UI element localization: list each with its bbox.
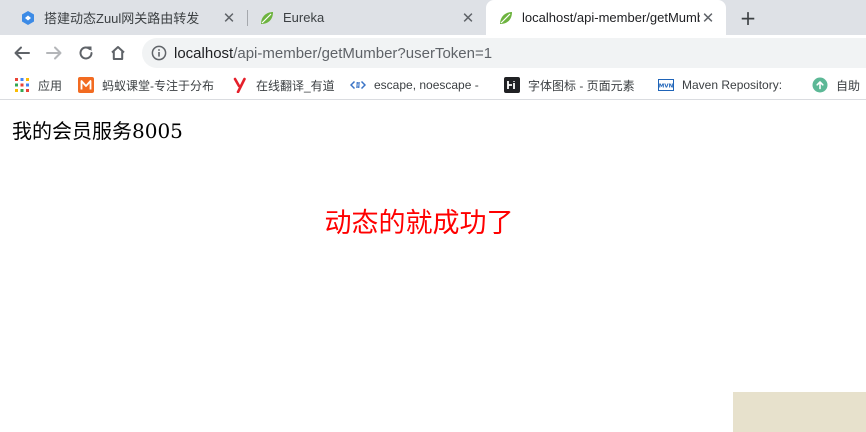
svg-text:MVN: MVN xyxy=(659,84,674,90)
info-icon[interactable] xyxy=(150,44,168,62)
reload-button[interactable] xyxy=(72,39,100,67)
bookmark-label: 蚂蚁课堂-专注于分布 xyxy=(102,78,214,93)
tab-active-localhost[interactable]: localhost/api-member/getMumber?userToken… xyxy=(486,0,726,35)
bookmark-escape[interactable]: escape, noescape - xyxy=(350,75,485,95)
reload-icon xyxy=(79,46,93,60)
url-text: localhost/api-member/getMumber?userToken… xyxy=(174,45,492,62)
new-tab-button[interactable]: + xyxy=(736,6,760,30)
tab-title: localhost/api-member/getMumber?userToken… xyxy=(522,10,700,25)
bookmark-font-icons[interactable]: 字体图标 - 页面元素 xyxy=(504,75,638,95)
code-tag-icon xyxy=(350,77,366,93)
url-host: localhost xyxy=(174,44,234,62)
tab-title: Eureka xyxy=(283,10,325,25)
bookmark-label: 字体图标 - 页面元素 xyxy=(528,78,635,93)
bookmark-label: 在线翻译_有道 xyxy=(256,78,335,93)
bookmark-label: Maven Repository: xyxy=(682,78,783,92)
bookmark-youdao[interactable]: 在线翻译_有道 xyxy=(232,75,335,95)
cloud-icon xyxy=(812,77,828,93)
bookmarks-bar: 应用 蚂蚁课堂-专注于分布 在线翻译_有道 escape, noescape - xyxy=(0,71,866,100)
blog-favicon-icon xyxy=(20,10,36,26)
spring-leaf-icon xyxy=(498,10,514,26)
tab-zuul-blog[interactable]: 搭建动态Zuul网关路由转发 ✕ xyxy=(8,0,247,35)
spring-leaf-icon xyxy=(259,10,275,26)
youdao-icon xyxy=(232,77,248,93)
success-message: 动态的就成功了 xyxy=(324,208,514,239)
tab-eureka[interactable]: Eureka ✕ xyxy=(247,0,486,35)
forward-button[interactable] xyxy=(40,39,68,67)
bookmark-label: 应用 xyxy=(38,78,63,93)
maven-icon: MVN xyxy=(658,77,674,93)
page-heading: 我的会员服务8005 xyxy=(12,119,183,143)
tab-title: 搭建动态Zuul网关路由转发 xyxy=(44,11,200,26)
m-orange-icon xyxy=(78,77,94,93)
apps-grid-icon xyxy=(14,77,30,93)
bookmark-apps[interactable]: 应用 xyxy=(14,75,62,95)
bookmark-self-service[interactable]: 自助 xyxy=(812,75,866,95)
tab-strip: 搭建动态Zuul网关路由转发 ✕ Eureka ✕ localhost/api-… xyxy=(0,0,866,35)
arrow-right-icon xyxy=(46,46,62,60)
browser-toolbar: localhost/api-member/getMumber?userToken… xyxy=(0,35,866,71)
home-button[interactable] xyxy=(104,39,132,67)
home-icon xyxy=(111,46,125,60)
back-button[interactable] xyxy=(8,39,36,67)
page-content: 我的会员服务8005 动态的就成功了 xyxy=(0,101,866,432)
tab-close-icon[interactable]: ✕ xyxy=(221,10,237,26)
url-path: /api-member/getMumber?userToken=1 xyxy=(233,44,493,62)
bookmark-label: escape, noescape - xyxy=(374,78,479,92)
arrow-left-icon xyxy=(14,46,30,60)
tab-close-icon[interactable]: ✕ xyxy=(460,10,476,26)
tab-close-icon[interactable]: ✕ xyxy=(700,10,716,26)
font-icon xyxy=(504,77,520,93)
address-bar[interactable]: localhost/api-member/getMumber?userToken… xyxy=(142,38,866,68)
bookmark-maven[interactable]: MVN Maven Repository: xyxy=(658,75,794,95)
corner-overlay xyxy=(733,392,866,432)
bookmark-label: 自助 xyxy=(836,78,861,93)
bookmark-mayikt[interactable]: 蚂蚁课堂-专注于分布 xyxy=(78,75,218,95)
